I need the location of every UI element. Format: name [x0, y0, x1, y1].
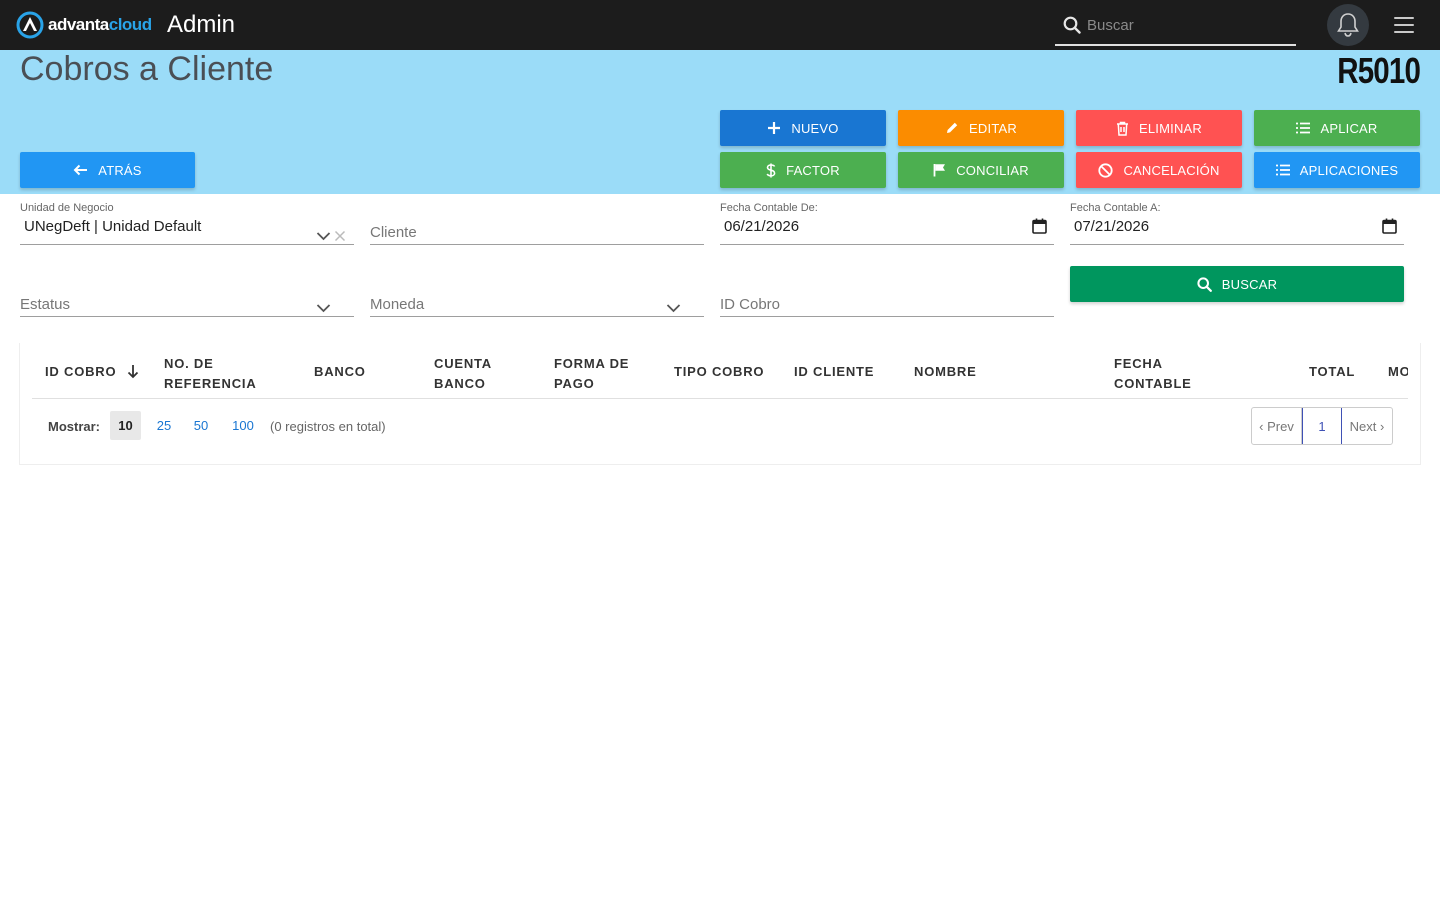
eliminar-label: ELIMINAR [1138, 120, 1202, 136]
cliente-placeholder: Cliente [370, 224, 417, 241]
aplicaciones-label: APLICACIONES [1299, 162, 1399, 178]
moneda-placeholder: Moneda [370, 296, 425, 313]
trash-icon [1116, 121, 1128, 136]
page-title: Cobros a Cliente [20, 50, 274, 88]
search-icon [1197, 276, 1212, 292]
hamburger-menu-icon[interactable] [1394, 17, 1414, 35]
plus-icon [768, 122, 781, 134]
notifications-button[interactable] [1327, 4, 1369, 46]
nuevo-button[interactable]: NUEVO [720, 110, 886, 146]
col-header-id-cliente[interactable]: ID CLIENTE [794, 362, 874, 382]
total-records-text: (0 registros en total) [270, 419, 386, 434]
col-header-total[interactable]: TOTAL [1309, 362, 1355, 382]
chevron-down-icon[interactable] [316, 303, 331, 313]
conciliar-button[interactable]: CONCILIAR [898, 152, 1064, 188]
ban-icon [1098, 162, 1114, 178]
col-header-banco[interactable]: BANCO [314, 362, 366, 382]
page-size-50[interactable]: 50 [187, 411, 215, 440]
sort-desc-icon[interactable] [127, 364, 139, 379]
next-page-button[interactable]: Next › [1342, 408, 1392, 444]
search-icon [1063, 16, 1081, 34]
fecha-de-value: 06/21/2026 [724, 218, 800, 235]
page-size-25[interactable]: 25 [150, 411, 178, 440]
calendar-icon[interactable] [1382, 218, 1397, 234]
unidad-negocio-value: UNegDeft | Unidad Default [24, 218, 202, 235]
cancelacion-button[interactable]: CANCELACIÓN [1076, 152, 1242, 188]
col-header-id-cobro[interactable]: ID COBRO [45, 362, 139, 382]
page-size-100[interactable]: 100 [226, 411, 260, 440]
search-input[interactable] [1087, 13, 1287, 37]
chevron-down-icon[interactable] [316, 231, 331, 241]
col-header-tipo-cobro[interactable]: TIPO COBRO [674, 362, 764, 382]
buscar-button[interactable]: BUSCAR [1070, 266, 1404, 302]
factor-button[interactable]: FACTOR [720, 152, 886, 188]
logo[interactable]: advantacloud [16, 11, 152, 39]
fecha-a-value: 07/21/2026 [1074, 218, 1150, 235]
report-code: R5010 [1337, 50, 1421, 91]
arrow-left-icon [73, 164, 88, 176]
col-header-fecha-contable[interactable]: FECHA CONTABLE [1114, 354, 1192, 394]
unidad-negocio-label: Unidad de Negocio [20, 202, 114, 214]
conciliar-label: CONCILIAR [956, 162, 1029, 178]
col-header-moneda[interactable]: MO [1388, 362, 1408, 382]
col-header-cuenta-banco[interactable]: CUENTA BANCO [434, 354, 492, 394]
id-cobro-placeholder: ID Cobro [720, 296, 781, 313]
app-title: Admin [167, 11, 236, 38]
factor-label: FACTOR [786, 162, 840, 178]
page-size-label: Mostrar: [48, 419, 101, 434]
list-icon [1296, 122, 1311, 134]
aplicaciones-button[interactable]: APLICACIONES [1254, 152, 1420, 188]
nuevo-label: NUEVO [791, 120, 839, 136]
col-header-forma-pago[interactable]: FORMA DE PAGO [554, 354, 629, 394]
aplicar-button[interactable]: APLICAR [1254, 110, 1420, 146]
editar-label: EDITAR [969, 120, 1017, 136]
editar-button[interactable]: EDITAR [898, 110, 1064, 146]
page-size-10[interactable]: 10 [110, 411, 141, 440]
global-search [1055, 5, 1296, 46]
logo-text-advanta: advanta [48, 15, 109, 34]
chevron-down-icon[interactable] [666, 303, 681, 313]
dollar-icon [766, 163, 776, 177]
table-header-divider [32, 398, 1408, 399]
eliminar-button[interactable]: ELIMINAR [1076, 110, 1242, 146]
logo-text-cloud: cloud [108, 15, 152, 34]
cancelacion-label: CANCELACIÓN [1123, 162, 1220, 178]
fecha-a-label: Fecha Contable A: [1070, 202, 1161, 214]
top-bar: advantacloud Admin [0, 0, 1440, 50]
bell-icon [1337, 13, 1359, 37]
clear-icon[interactable] [334, 230, 346, 242]
logo-icon [16, 11, 44, 39]
prev-page-button[interactable]: ‹ Prev [1252, 408, 1302, 444]
col-header-referencia[interactable]: NO. DE REFERENCIA [164, 354, 257, 394]
calendar-icon[interactable] [1032, 218, 1047, 234]
back-label: ATRÁS [98, 162, 142, 178]
page-number-1[interactable]: 1 [1302, 408, 1342, 444]
aplicar-label: APLICAR [1320, 120, 1378, 136]
pagination: ‹ Prev 1 Next › [1251, 407, 1393, 445]
back-button[interactable]: ATRÁS [20, 152, 195, 188]
buscar-label: BUSCAR [1221, 276, 1278, 292]
col-header-nombre[interactable]: NOMBRE [914, 362, 977, 382]
list-icon [1275, 164, 1290, 176]
estatus-placeholder: Estatus [20, 296, 71, 313]
flag-icon [933, 164, 946, 177]
pencil-icon [947, 122, 958, 133]
fecha-de-label: Fecha Contable De: [720, 202, 818, 214]
